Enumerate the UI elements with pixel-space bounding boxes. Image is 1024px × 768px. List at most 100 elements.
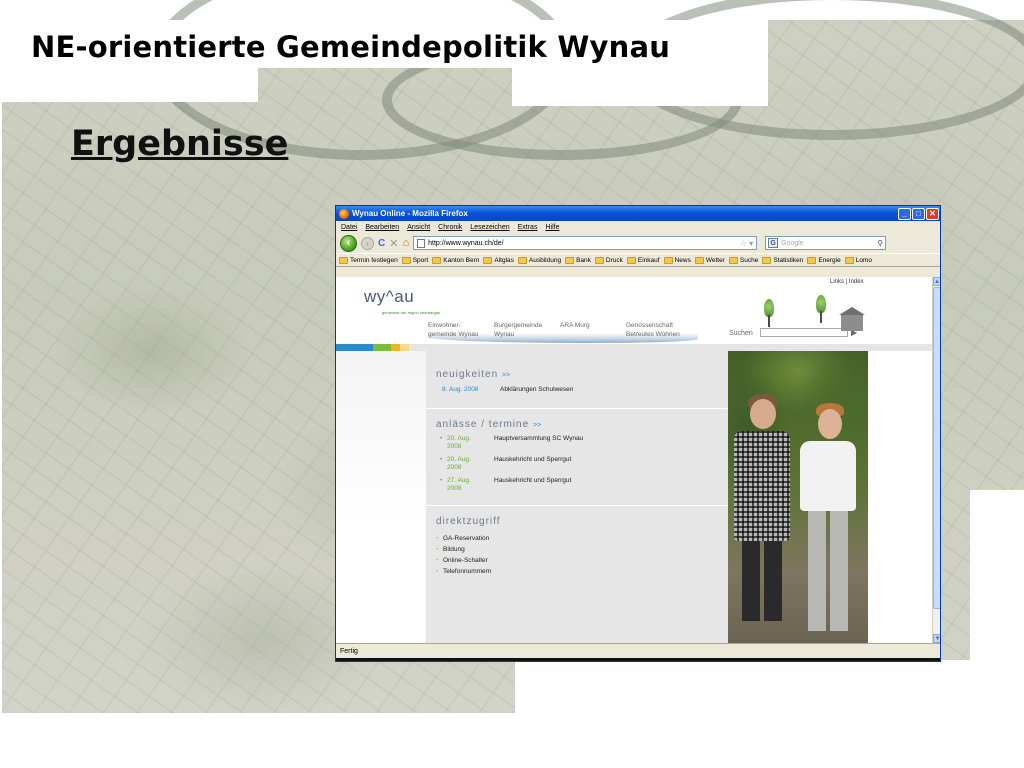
nav-einwohnergemeinde[interactable]: Einwohner-gemeinde Wynau — [428, 321, 494, 339]
bullet-icon: • — [436, 568, 439, 575]
bookmarks-toolbar: Termin festlegen Sport Kanton Bern Altgl… — [336, 253, 940, 267]
folder-icon — [728, 256, 738, 264]
page-viewport: wy^au gemeinde der region oberaargau Lin… — [336, 277, 932, 643]
person-legs — [808, 511, 848, 631]
direct-access-item[interactable]: • Telefonnummern — [436, 568, 728, 575]
menu-lesezeichen[interactable]: Lesezeichen — [470, 224, 509, 231]
bookmark-item[interactable]: Einkauf — [626, 256, 660, 264]
person-body — [734, 431, 790, 541]
folder-icon — [762, 256, 772, 264]
status-bar: Fertig — [336, 643, 940, 658]
bullet-icon: • — [436, 546, 439, 553]
news-more-link[interactable]: >> — [502, 372, 510, 379]
url-bar[interactable]: http://www.wynau.ch/de/ ☆ ▾ — [413, 236, 758, 250]
direct-access-section: direktzugriff • GA-Reservation • Bildung •… — [426, 505, 728, 643]
tree-trunk — [768, 315, 770, 327]
folder-icon — [483, 256, 493, 264]
site-header: wy^au gemeinde der region oberaargau Lin… — [336, 277, 932, 351]
folder-icon — [517, 256, 527, 264]
folder-icon — [807, 256, 817, 264]
close-icon[interactable]: ✕ — [926, 207, 939, 220]
window-title: Wynau Online - Mozilla Firefox — [352, 209, 468, 218]
bookmark-item[interactable]: Druck — [594, 256, 623, 264]
bookmark-item[interactable]: Suche — [728, 256, 758, 264]
folder-icon — [565, 256, 575, 264]
bookmark-item[interactable]: Wetter — [694, 256, 725, 264]
house-icon — [839, 307, 865, 331]
folder-icon — [339, 256, 348, 264]
stop-icon[interactable]: ✕ — [389, 237, 398, 250]
bookmark-item[interactable]: Sport — [401, 256, 428, 264]
news-heading: neuigkeiten >> — [436, 369, 511, 380]
site-search-input[interactable] — [760, 328, 848, 337]
bullet-icon: • — [440, 456, 443, 463]
person-head — [818, 409, 842, 439]
direct-access-item[interactable]: • Online-Schalter — [436, 557, 728, 564]
bookmark-item[interactable]: Kanton Bern — [432, 256, 479, 264]
google-icon[interactable]: G — [768, 238, 779, 248]
event-text: Hauskehricht und Sperrgut — [494, 456, 572, 463]
nav-ara-murg[interactable]: ARA Murg — [560, 321, 626, 339]
firefox-icon — [339, 208, 349, 219]
white-area — [0, 713, 1024, 768]
folder-icon — [594, 256, 604, 264]
bookmark-item[interactable]: Energie — [807, 256, 841, 264]
maximize-icon[interactable]: □ — [912, 207, 925, 220]
menu-datei[interactable]: Datei — [341, 224, 357, 231]
bookmark-item[interactable]: Bank — [565, 256, 591, 264]
menu-hilfe[interactable]: Hilfe — [545, 224, 559, 231]
photo-two-women-walking — [728, 351, 868, 643]
news-item[interactable]: 8. Aug. 2008 Abklärungen Schulwesen — [442, 386, 728, 393]
slide-subtitle: Ergebnisse — [71, 124, 289, 164]
person-body — [800, 441, 856, 511]
menu-extras[interactable]: Extras — [518, 224, 538, 231]
tree-trunk — [820, 311, 822, 323]
event-date: 20. Aug. 2008 — [447, 456, 471, 471]
nav-burgergemeinde[interactable]: Burgergemeinde Wynau — [494, 321, 560, 339]
bookmark-item[interactable]: Statistiken — [762, 256, 803, 264]
bullet-icon: • — [436, 535, 439, 542]
bookmark-item[interactable]: Lomo — [844, 256, 872, 264]
person-legs — [742, 541, 782, 621]
site-logo-tagline: gemeinde der region oberaargau — [382, 310, 441, 315]
content-column: neuigkeiten >> 8. Aug. 2008 Abklärungen … — [426, 351, 728, 643]
menu-bearbeiten[interactable]: Bearbeiten — [365, 224, 399, 231]
events-more-link[interactable]: >> — [533, 422, 541, 429]
site-navigation: Einwohner-gemeinde Wynau Burgergemeinde W… — [428, 321, 706, 339]
news-section: neuigkeiten >> 8. Aug. 2008 Abklärungen … — [426, 351, 728, 407]
scroll-up-icon[interactable]: ▲ — [933, 277, 940, 286]
bookmark-item[interactable]: Termin festlegen — [339, 256, 398, 264]
reload-icon[interactable]: C — [378, 238, 385, 249]
event-item[interactable]: • 20. Aug. 2008 Hauptversammlung SC Wynau — [440, 435, 728, 451]
star-icon[interactable]: ☆ ▾ — [740, 239, 756, 248]
event-text: Hauptversammlung SC Wynau — [494, 435, 584, 442]
site-logo[interactable]: wy^au — [364, 287, 414, 307]
magnifier-icon[interactable]: ⚲ — [877, 239, 885, 248]
search-bar[interactable]: G Google ⚲ — [765, 236, 887, 250]
bookmark-item[interactable]: Ausbildung — [517, 256, 561, 264]
back-arrow-icon[interactable]: ‹ — [340, 234, 357, 252]
page-icon — [417, 238, 426, 248]
nav-genossenschaft[interactable]: Genossenschaft Betreutes Wohnen — [626, 321, 706, 339]
scroll-down-icon[interactable]: ▼ — [933, 634, 940, 643]
scroll-thumb[interactable] — [933, 287, 940, 609]
home-icon[interactable]: ⌂ — [402, 237, 409, 249]
events-section: anlässe / termine >> • 20. Aug. 2008 Haup… — [426, 408, 728, 504]
event-item[interactable]: • 20. Aug. 2008 Hauskehricht und Sperrgut — [440, 456, 728, 472]
vertical-scrollbar[interactable]: ▲ ▼ — [932, 277, 940, 643]
direct-access-item[interactable]: • GA-Reservation — [436, 535, 728, 542]
event-item[interactable]: • 27. Aug. 2008 Hauskehricht und Sperrgut — [440, 477, 728, 493]
bookmark-item[interactable]: Altglas — [483, 256, 514, 264]
forward-arrow-icon[interactable]: › — [361, 236, 374, 250]
minimize-icon[interactable]: _ — [898, 207, 911, 220]
color-bar — [336, 344, 932, 351]
folder-icon — [694, 256, 704, 264]
window-titlebar[interactable]: Wynau Online - Mozilla Firefox _ □ ✕ — [336, 206, 940, 221]
menu-ansicht[interactable]: Ansicht — [407, 224, 430, 231]
menu-chronik[interactable]: Chronik — [438, 224, 462, 231]
browser-window: Wynau Online - Mozilla Firefox _ □ ✕ Dat… — [335, 205, 941, 662]
direct-access-item[interactable]: • Bildung — [436, 546, 728, 553]
direct-access-heading: direktzugriff — [436, 516, 501, 527]
bookmark-item[interactable]: News — [663, 256, 691, 264]
site-top-links[interactable]: Links | Index — [830, 279, 864, 285]
